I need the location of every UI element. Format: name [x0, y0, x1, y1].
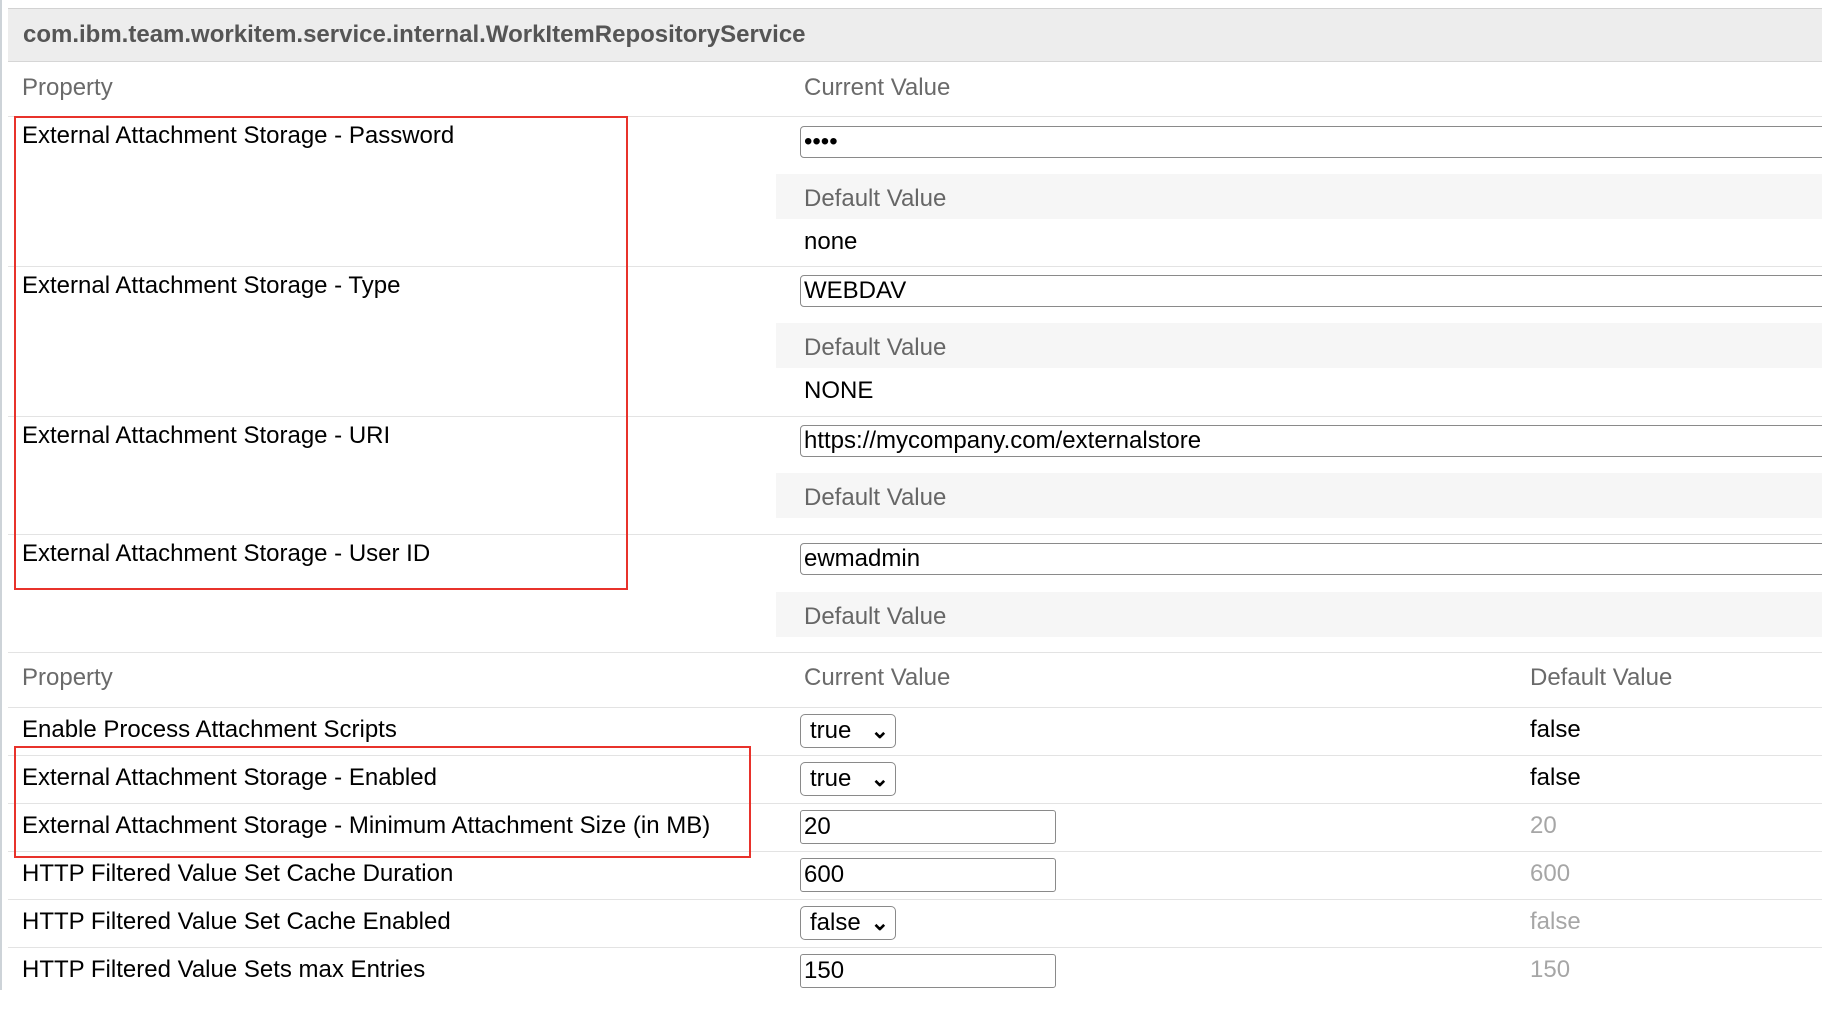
chevron-down-icon: ⌄: [870, 910, 889, 935]
chevron-down-icon: ⌄: [870, 766, 889, 791]
default-value: false: [1530, 764, 1581, 791]
property-name: HTTP Filtered Value Set Cache Enabled: [22, 908, 451, 935]
default-value-label: Default Value: [804, 603, 947, 630]
divider: [8, 652, 1822, 653]
default-value: none: [804, 228, 858, 255]
default-value-label: Default Value: [804, 185, 947, 212]
password-field[interactable]: ••••: [800, 126, 1822, 158]
type-field[interactable]: WEBDAV: [800, 275, 1822, 307]
property-name: Enable Process Attachment Scripts: [22, 716, 397, 743]
service-title: com.ibm.team.workitem.service.internal.W…: [23, 21, 806, 48]
default-value: 20: [1530, 812, 1557, 839]
default-value: false: [1530, 908, 1581, 935]
current-value-column-header: Current Value: [804, 74, 951, 101]
divider: [8, 707, 1822, 708]
uri-field[interactable]: https://mycompany.com/externalstore: [800, 425, 1822, 457]
chevron-down-icon: ⌄: [870, 718, 889, 743]
cache-duration-input[interactable]: 600: [800, 858, 1056, 892]
settings-page: com.ibm.team.workitem.service.internal.W…: [0, 0, 1822, 1028]
default-value: NONE: [804, 377, 874, 404]
divider: [8, 947, 1822, 948]
property-name: HTTP Filtered Value Set Cache Duration: [22, 860, 454, 887]
select-value: true: [810, 765, 852, 792]
default-value: 150: [1530, 956, 1571, 983]
enable-process-scripts-select[interactable]: true ⌄: [800, 714, 896, 748]
select-value: true: [810, 717, 852, 744]
property-column-header: Property: [22, 664, 113, 691]
left-border: [0, 0, 2, 990]
highlight-box: [14, 746, 751, 858]
min-attachment-size-input[interactable]: 20: [800, 810, 1056, 844]
default-value: 600: [1530, 860, 1571, 887]
default-value-column-header: Default Value: [1530, 664, 1673, 691]
max-entries-input[interactable]: 150: [800, 954, 1056, 988]
external-storage-enabled-select[interactable]: true ⌄: [800, 762, 896, 796]
select-value: false: [810, 909, 861, 936]
default-value: false: [1530, 716, 1581, 743]
user-id-field[interactable]: ewmadmin: [800, 543, 1822, 575]
property-column-header: Property: [22, 74, 113, 101]
divider: [8, 899, 1822, 900]
service-header: com.ibm.team.workitem.service.internal.W…: [8, 9, 1822, 62]
default-value-label: Default Value: [804, 334, 947, 361]
highlight-box: [14, 116, 628, 590]
current-value-column-header: Current Value: [804, 664, 951, 691]
cache-enabled-select[interactable]: false ⌄: [800, 906, 896, 940]
default-value-label: Default Value: [804, 484, 947, 511]
property-name: HTTP Filtered Value Sets max Entries: [22, 956, 426, 983]
